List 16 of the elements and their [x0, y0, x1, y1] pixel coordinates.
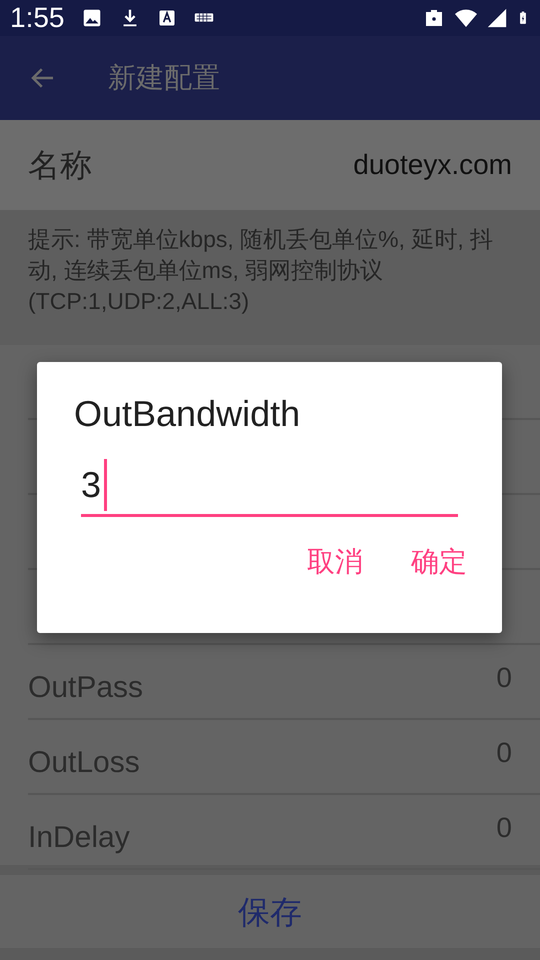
setting-value[interactable]: 0: [496, 807, 512, 868]
setting-label: InDelay: [28, 820, 130, 856]
setting-label: OutLoss: [28, 745, 140, 781]
dialog-button[interactable]: 取消: [307, 541, 363, 584]
screen-title: 新建配置: [108, 61, 220, 95]
field-label: 名称: [28, 146, 92, 185]
font-icon: [156, 8, 176, 28]
setting-value[interactable]: 0: [496, 657, 512, 718]
dialog-title: OutBandwidth: [74, 392, 302, 436]
save-button[interactable]: 保存: [232, 886, 308, 936]
dialog-button[interactable]: 确定: [411, 541, 467, 584]
signal-icon: [486, 7, 508, 29]
status-time: 1:55: [10, 1, 64, 35]
setting-label: OutPass: [28, 670, 144, 706]
setting-value[interactable]: 0: [496, 732, 512, 793]
field-value[interactable]: duoteyx.com: [353, 144, 512, 186]
